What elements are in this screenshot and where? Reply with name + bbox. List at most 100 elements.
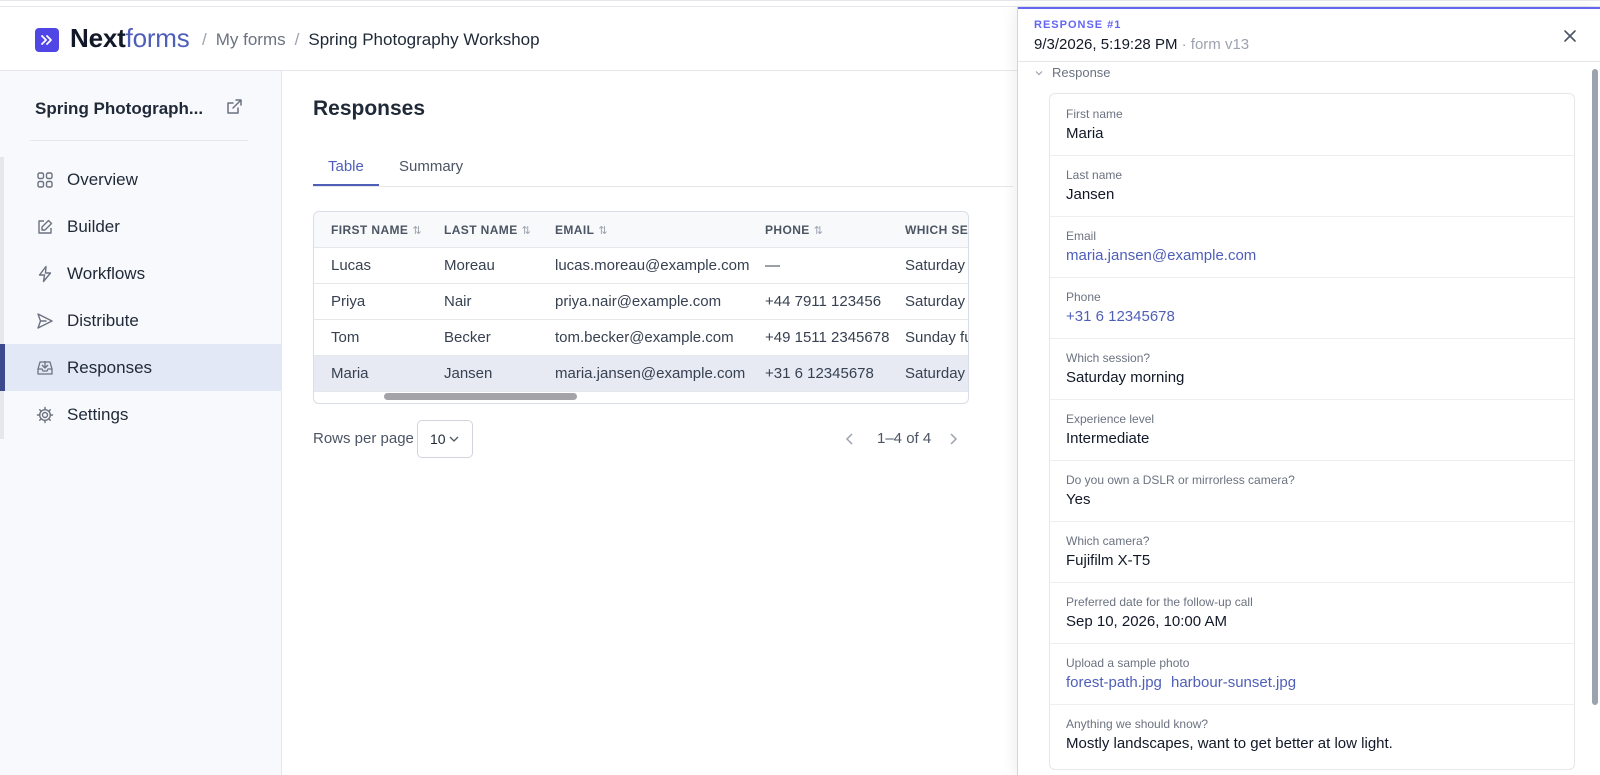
column-header-last-name[interactable]: LAST NAME ⇅ xyxy=(444,223,531,237)
gear-icon xyxy=(36,406,54,424)
cell-first-name: Priya xyxy=(331,293,366,310)
brand-bold: Next xyxy=(70,23,126,53)
inbox-icon xyxy=(36,359,54,377)
cell-session: Sunday fu xyxy=(905,329,969,346)
breadcrumb-my-forms[interactable]: My forms xyxy=(216,30,286,50)
column-header-first-name[interactable]: FIRST NAME ⇅ xyxy=(331,223,422,237)
column-header-email[interactable]: EMAIL ⇅ xyxy=(555,223,608,237)
answer-value: Sep 10, 2026, 10:00 AM xyxy=(1066,613,1227,630)
answer-experience: Experience level Intermediate xyxy=(1050,399,1574,461)
prev-page-icon[interactable] xyxy=(843,430,859,448)
form-version: · form v13 xyxy=(1181,36,1250,53)
sidebar-item-overview[interactable]: Overview xyxy=(0,156,282,203)
table-header: FIRST NAME ⇅ LAST NAME ⇅ EMAIL ⇅ PHONE ⇅ WHI… xyxy=(314,212,969,248)
sidebar-item-distribute[interactable]: Distribute xyxy=(0,297,282,344)
sidebar-item-label: Responses xyxy=(67,357,153,377)
column-label: WHICH SES xyxy=(905,223,969,237)
bolt-icon xyxy=(36,265,54,283)
question-label: Last name xyxy=(1066,168,1123,182)
chevron-down-icon xyxy=(449,436,459,442)
column-label: PHONE xyxy=(765,223,810,237)
file-link[interactable]: harbour-sunset.jpg xyxy=(1171,674,1296,691)
cell-last-name: Nair xyxy=(444,293,472,310)
external-link-icon[interactable] xyxy=(225,98,245,118)
answer-first-name: First name Maria xyxy=(1050,94,1574,156)
email-link[interactable]: maria.jansen@example.com xyxy=(1066,247,1256,264)
question-label: Experience level xyxy=(1066,412,1155,426)
cell-last-name: Jansen xyxy=(444,365,493,382)
column-header-phone[interactable]: PHONE ⇅ xyxy=(765,223,823,237)
question-label: Preferred date for the follow-up call xyxy=(1066,595,1253,609)
vertical-scrollbar[interactable] xyxy=(1592,69,1598,705)
column-header-session[interactable]: WHICH SES xyxy=(905,223,969,237)
phone-link[interactable]: +31 6 12345678 xyxy=(1066,308,1175,325)
breadcrumb: / My forms / Spring Photography Workshop xyxy=(202,30,540,50)
cell-email: priya.nair@example.com xyxy=(555,293,722,310)
answer-value: Intermediate xyxy=(1066,430,1150,447)
logo-wordmark[interactable]: Nextforms xyxy=(70,23,190,54)
chevron-down-icon xyxy=(1035,70,1043,75)
send-icon xyxy=(36,312,54,330)
sidebar-item-settings[interactable]: Settings xyxy=(0,391,282,438)
table-row[interactable]: Priya Nair priya.nair@example.com +44 79… xyxy=(314,284,968,320)
response-timestamp: 9/3/2026, 5:19:28 PM xyxy=(1034,36,1178,53)
pagination-range: 1–4 of 4 xyxy=(877,430,932,447)
sidebar-item-builder[interactable]: Builder xyxy=(0,203,282,250)
column-label: EMAIL xyxy=(555,223,595,237)
table-row-selected[interactable]: Maria Jansen maria.jansen@example.com +3… xyxy=(314,356,968,392)
close-icon[interactable] xyxy=(1562,28,1580,46)
sidebar-item-label: Workflows xyxy=(67,263,146,283)
cell-email: tom.becker@example.com xyxy=(555,329,734,346)
rows-per-page-select[interactable]: 10 xyxy=(417,420,473,458)
sort-icon: ⇅ xyxy=(813,225,824,237)
tab-active-indicator xyxy=(313,184,379,186)
tab-table[interactable]: Table xyxy=(328,158,364,175)
cell-first-name: Tom xyxy=(331,329,360,346)
answers-list: First name Maria Last name Jansen Email … xyxy=(1049,93,1575,770)
logo-icon[interactable] xyxy=(35,28,59,52)
tab-summary[interactable]: Summary xyxy=(399,158,463,175)
next-page-icon[interactable] xyxy=(946,430,962,448)
rows-per-page-value: 10 xyxy=(430,431,446,447)
question-label: Upload a sample photo xyxy=(1066,656,1190,670)
cell-phone: — xyxy=(765,257,780,274)
responses-table: FIRST NAME ⇅ LAST NAME ⇅ EMAIL ⇅ PHONE ⇅ WHI… xyxy=(313,211,969,404)
sidebar-item-label: Builder xyxy=(67,216,120,236)
cell-session: Saturday m xyxy=(905,257,968,274)
cell-email: lucas.moreau@example.com xyxy=(555,257,750,274)
rows-per-page-label: Rows per page xyxy=(313,430,414,447)
cell-last-name: Becker xyxy=(444,329,491,346)
cell-phone: +31 6 12345678 xyxy=(765,365,874,382)
sidebar-divider xyxy=(30,140,248,141)
cell-first-name: Lucas xyxy=(331,257,372,274)
grid-icon xyxy=(36,171,54,189)
answer-value: Maria xyxy=(1066,125,1104,142)
brand-light: forms xyxy=(125,23,190,53)
column-label: FIRST NAME xyxy=(331,223,409,237)
answer-value: Jansen xyxy=(1066,186,1115,203)
column-label: LAST NAME xyxy=(444,223,518,237)
question-label: Do you own a DSLR or mirrorless camera? xyxy=(1066,473,1295,487)
table-row[interactable]: Tom Becker tom.becker@example.com +49 15… xyxy=(314,320,969,356)
question-label: Email xyxy=(1066,229,1097,243)
cell-session: Saturday a xyxy=(905,293,968,310)
sidebar-item-label: Overview xyxy=(67,169,138,189)
answer-which-camera: Which camera? Fujifilm X-T5 xyxy=(1050,521,1574,583)
sidebar-item-label: Distribute xyxy=(67,310,139,330)
file-link[interactable]: forest-path.jpg xyxy=(1066,674,1162,691)
response-detail-panel: RESPONSE #1 9/3/2026, 5:19:28 PM · form … xyxy=(1017,7,1600,775)
answer-value: Mostly landscapes, want to get better at… xyxy=(1066,735,1393,752)
form-title: Spring Photograph... xyxy=(35,99,204,118)
sort-icon: ⇅ xyxy=(598,225,608,237)
sort-icon: ⇅ xyxy=(412,225,422,237)
sidebar-item-workflows[interactable]: Workflows xyxy=(0,250,282,297)
horizontal-scrollbar[interactable] xyxy=(384,393,577,400)
cell-phone: +49 1511 2345678 xyxy=(765,329,890,346)
tab-bar: Table Summary xyxy=(313,150,1013,187)
response-datetime: 9/3/2026, 5:19:28 PM · form v13 xyxy=(1034,36,1249,53)
table-row[interactable]: Lucas Moreau lucas.moreau@example.com — … xyxy=(314,248,968,284)
answer-value: Fujifilm X-T5 xyxy=(1066,552,1151,569)
breadcrumb-separator: / xyxy=(202,30,207,49)
sidebar-item-responses[interactable]: Responses xyxy=(0,344,282,391)
response-section-toggle[interactable]: Response xyxy=(1034,65,1111,80)
